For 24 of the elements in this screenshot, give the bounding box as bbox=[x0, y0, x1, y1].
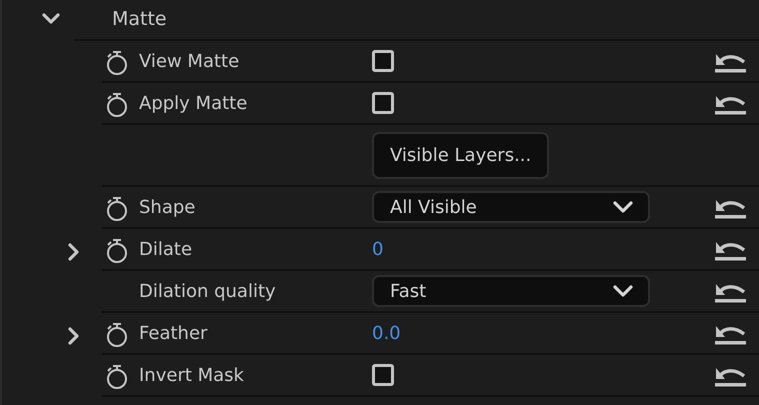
property-label: Apply Matte bbox=[139, 92, 248, 116]
caret-icon bbox=[612, 200, 634, 214]
section-title: Matte bbox=[112, 7, 167, 32]
property-label: View Matte bbox=[139, 50, 240, 74]
value-field[interactable]: 0 bbox=[372, 238, 384, 260]
dropdown[interactable]: Fast bbox=[372, 275, 650, 307]
stopwatch-icon[interactable] bbox=[105, 364, 129, 390]
stopwatch-icon[interactable] bbox=[105, 238, 129, 264]
checkbox[interactable] bbox=[372, 364, 394, 386]
checkbox[interactable] bbox=[372, 50, 394, 72]
property-label: Shape bbox=[139, 196, 196, 220]
dropdown[interactable]: All Visible bbox=[372, 191, 650, 223]
stopwatch-icon[interactable] bbox=[105, 196, 129, 222]
property-label: Dilate bbox=[139, 238, 192, 262]
property-label: Dilation quality bbox=[139, 280, 276, 304]
stopwatch-icon[interactable] bbox=[105, 50, 129, 76]
stopwatch-icon[interactable] bbox=[105, 322, 129, 348]
value-field[interactable]: 0.0 bbox=[372, 322, 401, 344]
property-label: Feather bbox=[139, 322, 208, 346]
caret-icon bbox=[612, 284, 634, 298]
checkbox[interactable] bbox=[372, 92, 394, 114]
property-label: Invert Mask bbox=[139, 364, 244, 388]
visible-layers-button[interactable]: Visible Layers... bbox=[372, 132, 550, 178]
stopwatch-icon[interactable] bbox=[105, 92, 129, 118]
